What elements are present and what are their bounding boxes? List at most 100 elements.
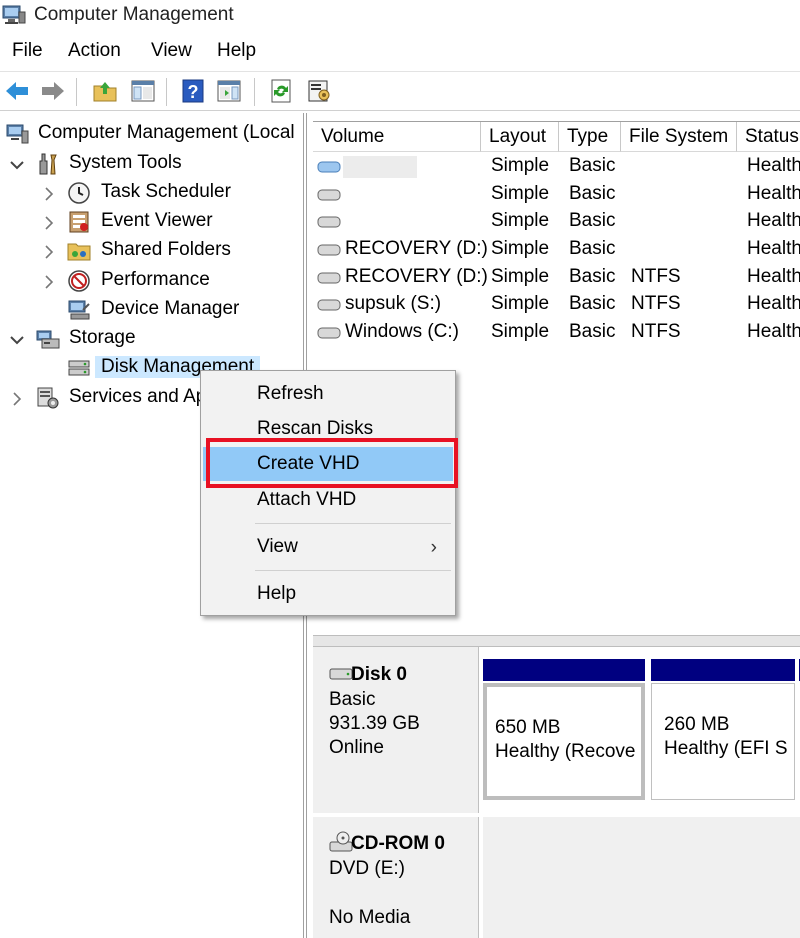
partition-body: 260 MB Healthy (EFI S xyxy=(651,683,795,800)
column-header-file-system[interactable]: File System xyxy=(621,122,737,152)
tree-item-task-scheduler[interactable]: Task Scheduler xyxy=(0,180,303,208)
chevron-right-icon[interactable] xyxy=(9,391,25,407)
menu-item-refresh[interactable]: Refresh xyxy=(203,377,453,411)
volume-status: Health xyxy=(747,266,800,287)
refresh-icon[interactable] xyxy=(268,78,294,104)
cdrom-0-label[interactable]: CD-ROM 0 DVD (E:) No Media xyxy=(313,817,479,938)
chevron-right-icon[interactable] xyxy=(41,244,57,260)
partition-size: 650 MB xyxy=(495,717,561,738)
menu-item-attach-vhd[interactable]: Attach VHD xyxy=(203,483,453,517)
volume-type: Basic xyxy=(569,210,616,231)
computer-management-icon xyxy=(6,124,29,144)
menu-item-view-label: View xyxy=(257,536,298,557)
column-header-layout[interactable]: Layout xyxy=(481,122,559,152)
partition-status: Healthy (EFI S xyxy=(664,738,788,759)
volume-layout: Simple xyxy=(491,183,550,204)
volume-row[interactable]: Simple Basic Health xyxy=(313,208,800,236)
tree-item-storage[interactable]: Storage xyxy=(0,326,303,354)
back-arrow-icon[interactable] xyxy=(4,78,30,104)
forward-arrow-icon[interactable] xyxy=(40,78,66,104)
menu-view[interactable]: View xyxy=(151,40,192,62)
menu-item-help[interactable]: Help xyxy=(203,577,453,611)
chevron-right-icon[interactable] xyxy=(41,215,57,231)
partition-efi[interactable]: 260 MB Healthy (EFI S xyxy=(651,659,795,800)
clock-icon xyxy=(68,182,90,204)
volume-type: Basic xyxy=(569,183,616,204)
cdrom-state: No Media xyxy=(329,907,411,928)
volume-status: Health xyxy=(747,155,800,176)
menu-action[interactable]: Action xyxy=(68,40,121,62)
chevron-right-icon[interactable] xyxy=(41,274,57,290)
tree-label: Services and Ap xyxy=(69,386,207,407)
column-header-status[interactable]: Status xyxy=(737,122,800,152)
partition-recovery[interactable]: 650 MB Healthy (Recove xyxy=(483,659,645,800)
redacted-volume-name xyxy=(343,156,417,178)
cdrom-name: CD-ROM 0 xyxy=(351,833,445,854)
properties-icon[interactable] xyxy=(306,78,332,104)
chevron-right-icon[interactable] xyxy=(41,186,57,202)
show-hide-action-pane-icon[interactable] xyxy=(216,78,242,104)
volume-type: Basic xyxy=(569,321,616,342)
cdrom-empty-area xyxy=(483,817,800,938)
toolbar-separator xyxy=(166,78,167,106)
context-menu: Refresh Rescan Disks Create VHD Attach V… xyxy=(200,370,456,616)
volume-type: Basic xyxy=(569,155,616,176)
column-header-volume[interactable]: Volume xyxy=(313,122,481,152)
cdrom-drive: DVD (E:) xyxy=(329,858,405,879)
volume-row[interactable]: Simple Basic Health xyxy=(313,153,800,181)
chevron-down-icon[interactable] xyxy=(9,332,25,348)
disk-name: Disk 0 xyxy=(351,664,407,685)
up-folder-icon[interactable] xyxy=(92,78,118,104)
tree-label: Performance xyxy=(101,269,210,290)
toolbar: ? xyxy=(0,71,800,111)
chevron-down-icon[interactable] xyxy=(9,157,25,173)
menu-help[interactable]: Help xyxy=(217,40,256,62)
tree-item-device-manager[interactable]: Device Manager xyxy=(0,297,303,325)
column-header-type[interactable]: Type xyxy=(559,122,621,152)
help-icon[interactable]: ? xyxy=(180,78,206,104)
volume-fs: NTFS xyxy=(631,321,681,342)
volume-layout: Simple xyxy=(491,155,550,176)
tree-item-system-tools[interactable]: System Tools xyxy=(0,151,303,179)
disk-map: Disk 0 Basic 931.39 GB Online 650 MB Hea… xyxy=(313,647,800,938)
disk-0-label[interactable]: Disk 0 Basic 931.39 GB Online xyxy=(313,647,479,813)
volume-name: RECOVERY (D:) xyxy=(345,266,488,287)
tree-label: Shared Folders xyxy=(101,239,231,260)
menu-file[interactable]: File xyxy=(12,40,43,62)
volume-fs: NTFS xyxy=(631,293,681,314)
window-title: Computer Management xyxy=(34,4,234,25)
volume-row[interactable]: RECOVERY (D:) Simple Basic Health xyxy=(313,236,800,264)
volume-layout: Simple xyxy=(491,293,550,314)
show-hide-tree-icon[interactable] xyxy=(130,78,156,104)
menu-separator xyxy=(255,523,451,524)
partition-status: Healthy (Recove xyxy=(495,741,636,762)
volume-layout: Simple xyxy=(491,266,550,287)
volume-icon xyxy=(317,244,341,256)
volume-row[interactable]: Simple Basic Health xyxy=(313,181,800,209)
svg-text:?: ? xyxy=(188,82,199,102)
pane-splitter[interactable] xyxy=(313,635,800,647)
volume-icon xyxy=(317,299,341,311)
volume-fs: NTFS xyxy=(631,266,681,287)
volume-status: Health xyxy=(747,321,800,342)
volume-row[interactable]: supsuk (S:) Simple Basic NTFS Health xyxy=(313,291,800,319)
tree-label: System Tools xyxy=(69,152,182,173)
toolbar-separator xyxy=(76,78,77,106)
shared-folder-icon xyxy=(67,243,91,261)
volume-status: Health xyxy=(747,293,800,314)
partition-size: 260 MB xyxy=(664,714,730,735)
disk-management-icon xyxy=(68,360,90,376)
tree-item-event-viewer[interactable]: Event Viewer xyxy=(0,209,303,237)
tree-root-label: Computer Management (Local xyxy=(38,122,295,143)
tree-item-performance[interactable]: Performance xyxy=(0,268,303,296)
tree-item-shared-folders[interactable]: Shared Folders xyxy=(0,238,303,266)
volume-row[interactable]: Windows (C:) Simple Basic NTFS Health xyxy=(313,319,800,347)
tree-root[interactable]: Computer Management (Local xyxy=(0,121,303,149)
disk-type: Basic xyxy=(329,689,376,710)
volume-row[interactable]: RECOVERY (D:) Simple Basic NTFS Health xyxy=(313,264,800,292)
menu-separator xyxy=(255,570,451,571)
volume-name: Windows (C:) xyxy=(345,321,460,342)
volume-icon xyxy=(317,272,341,284)
menu-item-view[interactable]: View › xyxy=(203,530,453,564)
volume-status: Health xyxy=(747,210,800,231)
